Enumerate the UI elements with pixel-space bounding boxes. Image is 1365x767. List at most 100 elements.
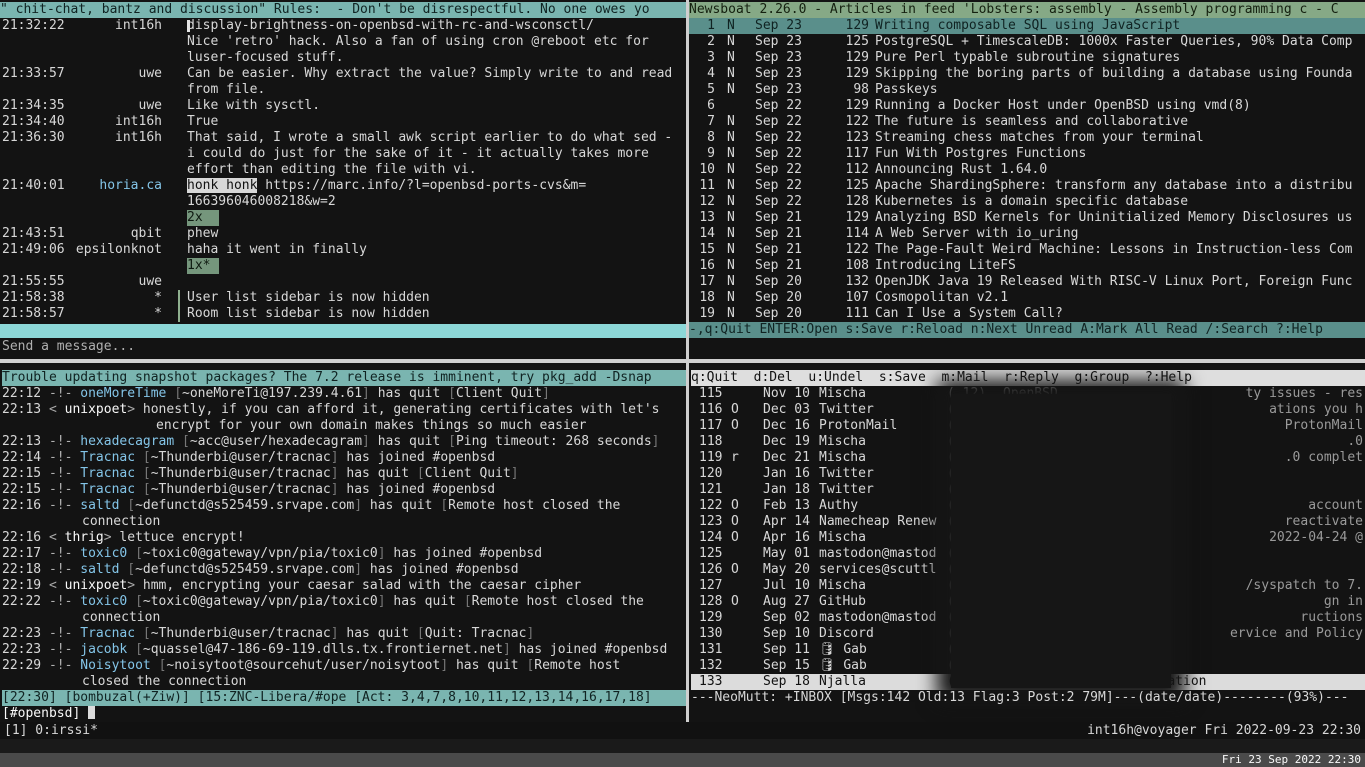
message-sender[interactable]: uwe (70, 66, 162, 82)
message-time: 21:58:57 (2, 306, 65, 321)
irc-nick[interactable]: toxic0 (80, 546, 127, 561)
article-size: 108 (845, 258, 869, 273)
message-sender[interactable]: int16h (70, 18, 162, 34)
article-number: 7 (707, 114, 715, 129)
bracket: < (48, 530, 65, 545)
article-row[interactable]: 3 N Sep 23 129 Pure Perl typable subroutine … (689, 50, 1365, 66)
irc-event-text: has quit (377, 386, 441, 401)
irc-nick[interactable]: toxic0 (80, 594, 127, 609)
article-flag: N (727, 258, 735, 273)
article-row[interactable]: 9 N Sep 22 117 Fun With Postgres Functions (689, 146, 1365, 162)
irc-nick[interactable]: saltd (80, 562, 119, 577)
irc-event-text: has quit (455, 658, 519, 673)
message-text: display-brightness-on-openbsd-with-rc-an… (187, 18, 594, 33)
article-row[interactable]: 5 N Sep 23 98 Passkeys (689, 82, 1365, 98)
irc-event-marker: -!- (48, 466, 81, 481)
article-size: 129 (845, 66, 869, 81)
mail-number: 115 (699, 386, 723, 401)
article-row[interactable]: 2 N Sep 23 125 PostgreSQL + TimescaleDB: 100… (689, 34, 1365, 50)
article-row[interactable]: 8 N Sep 22 123 Streaming chess matches from … (689, 130, 1365, 146)
irc-time: 22:14 (2, 450, 42, 465)
reaction-badge[interactable]: 1x* (187, 258, 219, 274)
message-sender[interactable]: epsilonknot (70, 242, 162, 258)
message-sender[interactable]: int16h (70, 114, 162, 130)
mail-date: Dec 21 (763, 450, 810, 465)
message-sender[interactable]: horia.ca (70, 178, 162, 194)
irc-quit-reason: Remote host closed the (471, 594, 644, 609)
article-title: Skipping the boring parts of building a … (875, 66, 1353, 81)
irc-line: 22:23 -!- jacobk [~quassel@47-186-69-119… (2, 642, 686, 658)
irc-nick[interactable]: unixpoet (65, 578, 128, 593)
bracket: > (103, 530, 120, 545)
article-row[interactable]: 16 N Sep 21 108 Introducing LiteFS (689, 258, 1365, 274)
reaction-badge[interactable]: 2x (187, 210, 219, 226)
article-row[interactable]: 14 N Sep 21 114 A Web Server with io_uring (689, 226, 1365, 242)
article-row[interactable]: 6 Sep 22 129 Running a Docker Host under Op… (689, 98, 1365, 114)
newsboat-header: Newsboat 2.26.0 - Articles in feed 'Lobs… (689, 2, 1365, 18)
irc-hostmask: ~Thunderbi@user/tracnac (150, 450, 331, 465)
mail-subject-fragment: ructions (1300, 610, 1363, 625)
message-sender[interactable]: * (70, 290, 162, 306)
message-sender[interactable]: uwe (70, 274, 162, 290)
message-sender[interactable]: int16h (70, 130, 162, 146)
pane-divider-horizontal[interactable] (0, 359, 1365, 363)
article-row[interactable]: 10 N Sep 22 112 Announcing Rust 1.64.0 (689, 162, 1365, 178)
article-size: 129 (845, 18, 869, 33)
irc-host: [~toxic0@gateway/vpn/pia/toxic0] (135, 546, 385, 561)
bracket: [ (142, 466, 151, 481)
irc-event-marker: -!- (48, 642, 81, 657)
mail-subject-fragment: ty issues - res (1245, 386, 1363, 401)
bracket: ] (362, 434, 370, 449)
mail-number: 122 (699, 498, 723, 513)
irc-event-text: has joined #openbsd (346, 450, 496, 465)
irc-nick[interactable]: jacobk (80, 642, 127, 657)
irc-nick[interactable]: saltd (80, 498, 119, 513)
article-row[interactable]: 12 N Sep 22 128 Kubernetes is a domain speci… (689, 194, 1365, 210)
chat-topic: " chit-chat, bantz and discussion" Rules… (0, 2, 686, 18)
article-number: 14 (699, 226, 715, 241)
article-row[interactable]: 7 N Sep 22 122 The future is seamless and co… (689, 114, 1365, 130)
article-flag: N (727, 162, 735, 177)
mail-flag: r (731, 450, 739, 465)
wm-bar (0, 739, 1365, 753)
irc-nick[interactable]: oneMoreTime (80, 386, 166, 401)
article-row[interactable]: 11 N Sep 22 125 Apache ShardingSphere: trans… (689, 178, 1365, 194)
irc-line: 22:16 < thrig> lettuce encrypt! (2, 530, 686, 546)
article-row[interactable]: 4 N Sep 23 129 Skipping the boring parts of … (689, 66, 1365, 82)
mail-date: Jan 16 (763, 466, 810, 481)
tmux-host-date: int16h@voyager Fri 2022-09-23 22:30 (1087, 723, 1361, 738)
message-sender[interactable]: uwe (70, 98, 162, 114)
irc-event-marker: -!- (48, 594, 81, 609)
neomutt-header: q:Quit d:Del u:Undel s:Save m:Mail r:Rep… (691, 370, 1365, 386)
mail-from: 🛢 Gab (819, 642, 867, 657)
irc-event-marker: -!- (48, 546, 81, 561)
wm-clock-bar: Fri 23 Sep 2022 22:30 (0, 753, 1365, 767)
irc-quit-reason: Ping timeout: 268 seconds (455, 434, 652, 449)
message-sender[interactable]: qbit (70, 226, 162, 242)
irc-nick[interactable]: Tracnac (80, 466, 135, 481)
bracket: ] (377, 594, 386, 609)
irc-nick[interactable]: thrig (65, 530, 104, 545)
chat-message-input[interactable]: Send a message... (2, 339, 682, 355)
chat-separator (0, 324, 686, 338)
tmux-window-list[interactable]: [1] 0:irssi* (4, 723, 98, 739)
article-row[interactable]: 13 N Sep 21 129 Analyzing BSD Kernels for Un… (689, 210, 1365, 226)
irc-nick[interactable]: Tracnac (80, 626, 135, 641)
article-row[interactable]: 18 N Sep 20 107 Cosmopolitan v2.1 (689, 290, 1365, 306)
irc-nick[interactable]: Noisytoot (80, 658, 150, 673)
irc-line: 22:15 -!- Tracnac [~Thunderbi@user/tracn… (2, 466, 686, 482)
article-row[interactable]: 19 N Sep 20 111 Can I Use a System Call? (689, 306, 1365, 322)
newsboat-article-list: 1 N Sep 23 129 Writing composable SQL using … (689, 18, 1365, 322)
message-sender[interactable]: * (70, 306, 162, 322)
irc-nick[interactable]: Tracnac (80, 482, 135, 497)
irc-continuation: closed the connection (82, 674, 247, 689)
article-date: Sep 22 (755, 130, 802, 145)
article-row[interactable]: 17 N Sep 20 132 OpenJDK Java 19 Released Wit… (689, 274, 1365, 290)
article-row[interactable]: 1 N Sep 23 129 Writing composable SQL using … (689, 18, 1365, 34)
irc-nick[interactable]: Tracnac (80, 450, 135, 465)
irc-nick[interactable]: hexadecagram (80, 434, 174, 449)
article-row[interactable]: 15 N Sep 21 122 The Page-Fault Weird Machine… (689, 242, 1365, 258)
irssi-input[interactable]: [#openbsd] (2, 706, 686, 722)
message-time: 21:58:38 (2, 290, 65, 305)
irc-nick[interactable]: unixpoet (65, 402, 128, 417)
